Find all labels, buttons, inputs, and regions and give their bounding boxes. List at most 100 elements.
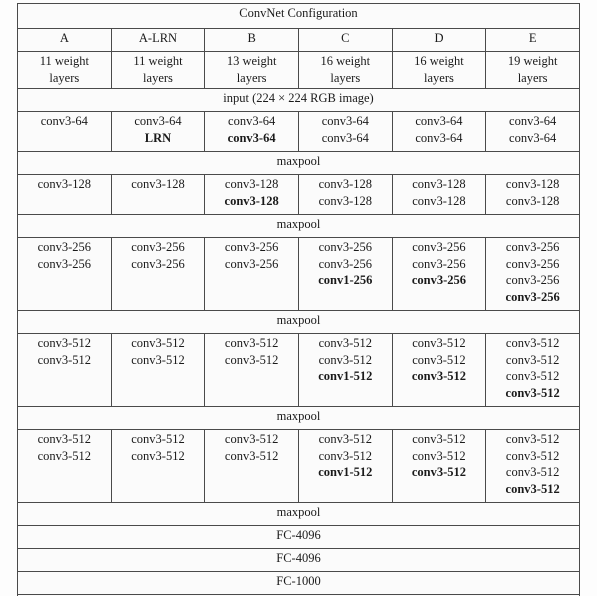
layer-label: conv3-64 [415,114,463,128]
conv-cell-block-64-a: conv3-64 [17,111,112,152]
conv-cell-block-512-a-a: conv3-512 conv3-512 [17,333,112,407]
layer-label: conv3-256 [412,256,466,271]
conv-cell-block-256-a-lrn: conv3-256 conv3-256 [110,237,206,311]
layer-label: conv3-128 [505,193,560,208]
input-description: input (224 × 224 RGB image) [17,88,580,112]
conv-cell-block-64-d: conv3-64 conv3-64 [391,111,487,152]
conv-block-row: conv3-64 conv3-64 LRN conv3-64 conv3-64 conv3… [17,111,580,152]
column-header-c: C [297,28,393,52]
weight-count-e: 19 weight [507,54,558,68]
footer-label-fc-4096: FC-4096 [17,548,580,572]
table-body: ConvNet Configuration A A-LRN B C D E 11… [17,3,580,112]
layer-label: conv1-512 [318,465,373,479]
weight-count-d: 16 weight [414,54,464,68]
layer-label: conv3-512 [411,465,467,479]
conv-cell-block-512-a-d: conv3-512 conv3-512 conv3-512 [391,333,487,407]
layer-label: conv3-512 [505,336,560,350]
footer-row: FC-1000 [17,571,580,595]
weight-count-a: 11 weight [39,54,89,68]
layer-label: conv3-256 [318,256,373,271]
layer-label: conv3-128 [224,177,279,191]
layer-label: conv3-512 [505,481,560,496]
layer-label: conv3-512 [318,336,373,350]
layer-label: conv3-128 [224,193,279,208]
layer-label: conv3-512 [224,432,279,446]
weight-layers-a: 11 weight layers [17,51,112,89]
conv-cell-block-64-a-lrn: conv3-64 LRN [110,111,206,152]
classifier-footer-body: maxpoolFC-4096FC-4096FC-1000soft-max [17,502,580,596]
layer-label: conv3-64 [134,114,182,128]
layer-label: conv3-512 [412,448,466,463]
weight-unit-a-lrn: layers [143,70,173,85]
layer-label: conv3-512 [131,336,185,350]
layer-label: conv3-512 [505,448,560,463]
conv-cell-block-128-b: conv3-128 conv3-128 [204,174,299,215]
layer-label: conv3-512 [318,352,373,367]
footer-row: FC-4096 [17,525,580,549]
layer-label: conv1-512 [318,369,373,383]
layer-label: conv3-256 [37,256,92,271]
layer-label: conv3-64 [321,114,369,128]
conv-block-row: conv3-128 conv3-128 conv3-128 conv3-128 conv… [17,174,580,215]
column-header-b: B [204,28,299,52]
layer-label: conv3-512 [224,352,279,367]
layer-label: conv1-256 [318,273,373,287]
layer-label: conv3-256 [505,240,560,254]
conv-cell-block-512-a-e: conv3-512 conv3-512 conv3-512 conv3-512 [485,333,580,407]
maxpool-row: maxpool [17,310,580,334]
layer-label: conv3-512 [37,432,92,446]
layer-label: conv3-256 [318,240,373,254]
conv-block-row: conv3-512 conv3-512 conv3-512 conv3-512 conv… [17,429,580,503]
layer-label: conv3-256 [411,273,467,287]
conv-cell-block-128-c: conv3-128 conv3-128 [297,174,393,215]
layer-label: conv3-512 [318,432,373,446]
layer-label: conv3-512 [37,352,92,367]
layer-label: conv3-128 [318,177,373,191]
layer-label: conv3-512 [505,385,560,400]
weight-count-c: 16 weight [320,54,371,68]
maxpool-label: maxpool [17,214,580,238]
conv-block-row: conv3-512 conv3-512 conv3-512 conv3-512 conv… [17,333,580,407]
layer-label: conv3-256 [412,240,466,254]
footer-label-maxpool: maxpool [17,502,580,526]
conv-cell-block-256-c: conv3-256 conv3-256 conv1-256 [297,237,393,311]
conv-cell-block-64-e: conv3-64 conv3-64 [485,111,580,152]
layer-label: conv3-128 [37,177,92,191]
layer-label: conv3-64 [227,130,276,145]
layer-label: conv3-64 [509,114,557,128]
maxpool-row: maxpool [17,151,580,175]
layer-label: conv3-512 [224,448,279,463]
layer-label: conv3-512 [505,465,560,479]
conv-cell-block-512-b-e: conv3-512 conv3-512 conv3-512 conv3-512 [485,429,580,503]
maxpool-row: maxpool [17,214,580,238]
layer-label: conv3-512 [131,432,185,446]
conv-cell-block-512-b-d: conv3-512 conv3-512 conv3-512 [391,429,487,503]
layer-label: conv3-128 [505,177,560,191]
weight-unit-c: layers [330,70,361,85]
conv-cell-block-256-d: conv3-256 conv3-256 conv3-256 [391,237,487,311]
conv-cell-block-64-c: conv3-64 conv3-64 [297,111,393,152]
layer-label: conv3-256 [131,240,185,254]
layer-label: conv3-512 [224,336,279,350]
conv-cell-block-512-b-c: conv3-512 conv3-512 conv1-512 [297,429,393,503]
layer-label: conv3-512 [505,432,560,446]
layer-label: conv3-64 [40,114,88,128]
weight-unit-a: layers [49,70,80,85]
layer-label: conv3-256 [224,256,279,271]
conv-cell-block-512-a-b: conv3-512 conv3-512 [204,333,299,407]
layer-label: conv3-512 [318,448,373,463]
weight-layers-b: 13 weight layers [204,51,299,89]
layer-label: conv3-64 [228,114,276,128]
column-header-d: D [391,28,487,52]
conv-cell-block-128-d: conv3-128 conv3-128 [391,174,487,215]
table-title: ConvNet Configuration [17,3,580,29]
layer-label: conv3-512 [412,352,466,367]
conv-cell-block-512-b-a-lrn: conv3-512 conv3-512 [110,429,206,503]
layer-label: conv3-256 [224,240,279,254]
weight-unit-e: layers [517,70,548,85]
conv-cell-block-128-e: conv3-128 conv3-128 [485,174,580,215]
weight-layers-row: 11 weight layers 11 weight layers 13 wei… [17,51,580,89]
layer-label: conv3-128 [412,193,466,208]
layer-label: conv3-512 [505,369,560,383]
column-header-e: E [485,28,580,52]
